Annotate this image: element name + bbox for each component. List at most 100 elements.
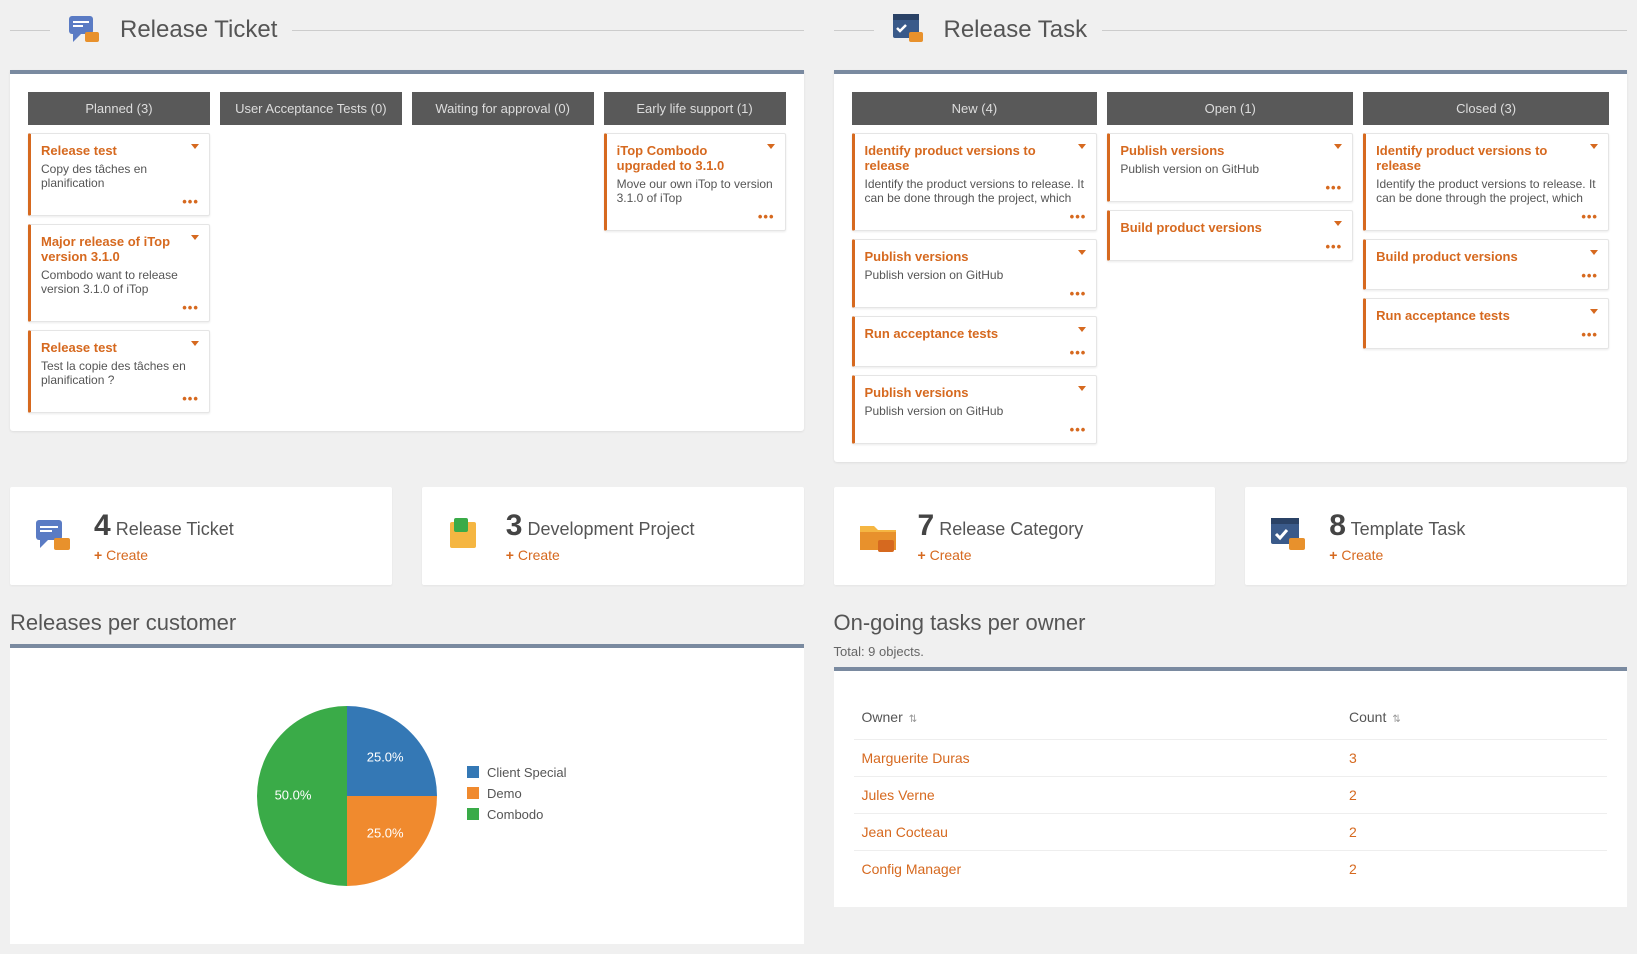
kanban-card[interactable]: Build product versions•••: [1363, 239, 1609, 290]
card-title: Release test: [41, 143, 199, 158]
stat-card[interactable]: 3 Development Project + Create: [422, 487, 804, 585]
kanban-card[interactable]: Identify product versions to releaseIden…: [1363, 133, 1609, 231]
table-header[interactable]: Owner⇅: [854, 691, 1341, 740]
stat-label: Template Task: [1346, 519, 1465, 539]
pie-slice[interactable]: [347, 796, 437, 886]
kanban-card[interactable]: Release test Test la copie des tâches en …: [28, 330, 210, 413]
tasks-per-owner-table: Owner⇅Count⇅ Marguerite Duras 3 Jules Verne…: [834, 667, 1628, 907]
create-link[interactable]: + Create: [1329, 547, 1465, 563]
kanban-card[interactable]: Release testCopy des tâches en planifica…: [28, 133, 210, 216]
card-menu-icon[interactable]: •••: [41, 300, 199, 315]
card-menu-icon[interactable]: •••: [617, 209, 775, 224]
card-title: Publish versions: [865, 385, 1087, 400]
create-link[interactable]: + Create: [918, 547, 1084, 563]
count-link[interactable]: 3: [1349, 750, 1357, 766]
card-menu-icon[interactable]: •••: [865, 286, 1087, 301]
count-link[interactable]: 2: [1349, 824, 1357, 840]
sort-icon[interactable]: ⇅: [909, 714, 917, 725]
card-menu-icon[interactable]: •••: [1376, 327, 1598, 342]
chart-title: Releases per customer: [10, 610, 804, 636]
card-menu-icon[interactable]: •••: [1376, 268, 1598, 283]
kanban-card[interactable]: Run acceptance tests •••: [1363, 298, 1609, 349]
release-ticket-kanban: Planned (3)Release testCopy des tâches e…: [10, 70, 804, 431]
owner-link[interactable]: Marguerite Duras: [862, 750, 970, 766]
card-title: Run acceptance tests: [865, 326, 1087, 341]
card-description: Publish version on GitHub: [865, 268, 1087, 282]
count-link[interactable]: 2: [1349, 787, 1357, 803]
kanban-column-header: Open (1): [1107, 92, 1353, 125]
legend-item[interactable]: Client Special: [467, 765, 567, 780]
pie-chart: 25.0%25.0%50.0%: [247, 696, 447, 896]
chevron-down-icon[interactable]: [1334, 221, 1342, 226]
stat-card[interactable]: 7 Release Category+ Create: [834, 487, 1216, 585]
table-row: Jean Cocteau 2: [854, 814, 1608, 851]
card-menu-icon[interactable]: •••: [1120, 239, 1342, 254]
card-menu-icon[interactable]: •••: [1376, 209, 1598, 224]
table-title: On-going tasks per owner: [834, 610, 1628, 636]
card-menu-icon[interactable]: •••: [865, 209, 1087, 224]
legend-item[interactable]: Demo: [467, 786, 567, 801]
kanban-card[interactable]: Major release of iTop version 3.1.0Combo…: [28, 224, 210, 322]
card-title: Run acceptance tests: [1376, 308, 1598, 323]
owner-link[interactable]: Config Manager: [862, 861, 962, 877]
chevron-down-icon[interactable]: [191, 235, 199, 240]
table-row: Config Manager 2: [854, 851, 1608, 888]
card-menu-icon[interactable]: •••: [865, 422, 1087, 437]
kanban-column-header: Waiting for approval (0): [412, 92, 594, 125]
card-description: Test la copie des tâches en planificatio…: [41, 359, 199, 387]
kanban-card[interactable]: Identify product versions to releaseIden…: [852, 133, 1098, 231]
card-menu-icon[interactable]: •••: [865, 345, 1087, 360]
chevron-down-icon[interactable]: [1078, 386, 1086, 391]
kanban-card[interactable]: Publish versionsPublish version on GitHu…: [852, 239, 1098, 308]
chevron-down-icon[interactable]: [1078, 327, 1086, 332]
kanban-card[interactable]: Build product versions•••: [1107, 210, 1353, 261]
pie-slice-label: 25.0%: [367, 749, 404, 764]
kanban-column: Open (1) Publish versionsPublish version …: [1107, 92, 1353, 444]
chevron-down-icon[interactable]: [1078, 144, 1086, 149]
kanban-column-header: Early life support (1): [604, 92, 786, 125]
card-menu-icon[interactable]: •••: [41, 194, 199, 209]
kanban-card[interactable]: Publish versionsPublish version on GitHu…: [1107, 133, 1353, 202]
chevron-down-icon[interactable]: [191, 341, 199, 346]
chevron-down-icon[interactable]: [1590, 309, 1598, 314]
legend-label: Demo: [487, 786, 522, 801]
stat-card[interactable]: 4 Release Ticket+ Create: [10, 487, 392, 585]
chevron-down-icon[interactable]: [1078, 250, 1086, 255]
chevron-down-icon[interactable]: [767, 144, 775, 149]
sort-icon[interactable]: ⇅: [1392, 714, 1400, 725]
chevron-down-icon[interactable]: [1590, 250, 1598, 255]
owner-link[interactable]: Jules Verne: [862, 787, 935, 803]
kanban-column: Planned (3)Release testCopy des tâches e…: [28, 92, 210, 413]
card-title: Publish versions: [1120, 143, 1342, 158]
table-header[interactable]: Count⇅: [1341, 691, 1607, 740]
stat-number: 3: [506, 509, 523, 542]
table-row: Jules Verne 2: [854, 777, 1608, 814]
card-description: Move our own iTop to version 3.1.0 of iT…: [617, 177, 775, 205]
release-ticket-header: Release Ticket: [120, 16, 277, 44]
card-title: Release test: [41, 340, 199, 355]
legend-swatch: [467, 787, 479, 799]
chevron-down-icon[interactable]: [1590, 144, 1598, 149]
folder-icon: [856, 514, 900, 558]
count-link[interactable]: 2: [1349, 861, 1357, 877]
release-ticket-icon: [65, 10, 105, 50]
release-task-icon: [889, 10, 929, 50]
owner-link[interactable]: Jean Cocteau: [862, 824, 948, 840]
create-link[interactable]: + Create: [94, 547, 234, 563]
stat-card[interactable]: 8 Template Task+ Create: [1245, 487, 1627, 585]
create-link[interactable]: + Create: [506, 547, 695, 563]
chevron-down-icon[interactable]: [191, 144, 199, 149]
stat-number: 4: [94, 509, 111, 542]
kanban-card[interactable]: Publish versionsPublish version on GitHu…: [852, 375, 1098, 444]
legend-swatch: [467, 766, 479, 778]
sticky-icon: [444, 514, 488, 558]
stat-number: 7: [918, 509, 935, 542]
kanban-card[interactable]: Run acceptance tests •••: [852, 316, 1098, 367]
card-menu-icon[interactable]: •••: [41, 391, 199, 406]
stat-label: Development Project: [522, 519, 694, 539]
legend-item[interactable]: Combodo: [467, 807, 567, 822]
chevron-down-icon[interactable]: [1334, 144, 1342, 149]
kanban-column: Early life support (1) iTop Combodo upgra…: [604, 92, 786, 413]
kanban-card[interactable]: iTop Combodo upgraded to 3.1.0Move our o…: [604, 133, 786, 231]
card-menu-icon[interactable]: •••: [1120, 180, 1342, 195]
